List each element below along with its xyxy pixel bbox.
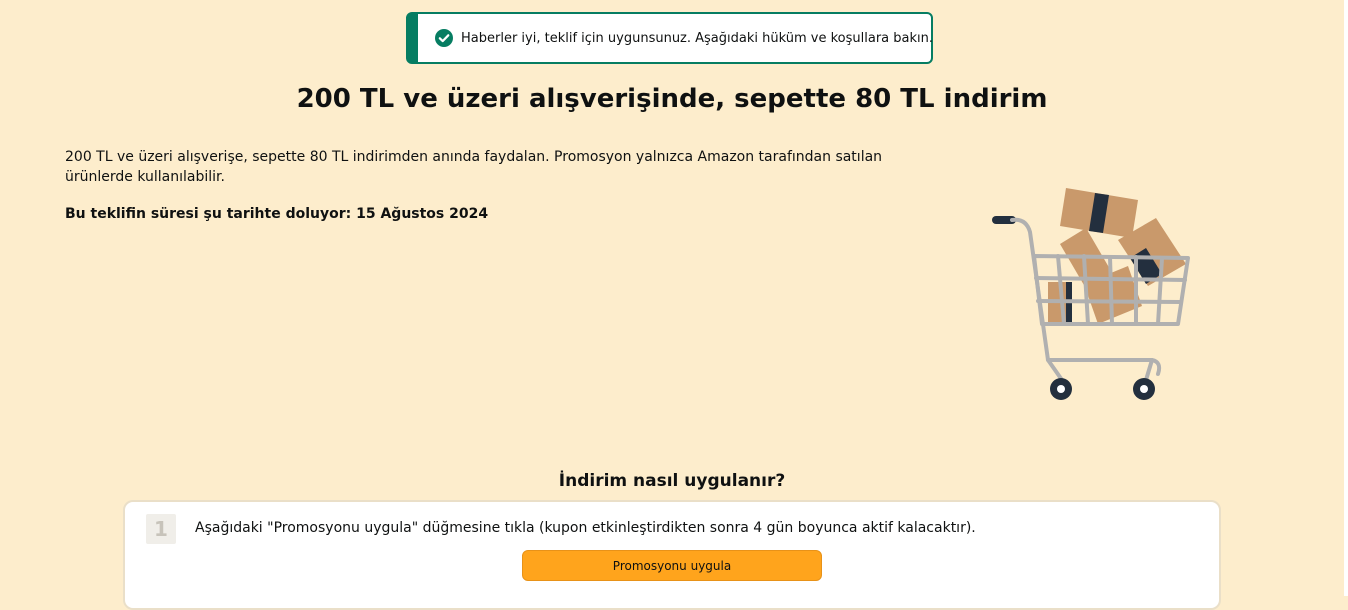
how-to-title: İndirim nasıl uygulanır? — [558, 471, 786, 491]
offer-description: 200 TL ve üzeri alışverişe, sepette 80 T… — [65, 149, 883, 185]
step-text: Aşağıdaki "Promosyonu uygula" düğmesine … — [195, 520, 976, 536]
step-card: 1 Aşağıdaki "Promosyonu uygula" düğmesin… — [123, 500, 1221, 610]
check-circle-icon — [435, 29, 453, 47]
page-title: 200 TL ve üzeri alışverişinde, sepette 8… — [296, 84, 1048, 114]
apply-promotion-button[interactable]: Promosyonu uygula — [522, 550, 822, 581]
page-edge — [1344, 0, 1348, 596]
shopping-cart-icon — [992, 188, 1190, 400]
step-number: 1 — [146, 514, 176, 544]
offer-expiry: Bu teklifin süresi şu tarihte doluyor: 1… — [65, 206, 489, 222]
alert-text: Haberler iyi, teklif için uygunsunuz. Aş… — [461, 30, 933, 46]
eligibility-alert: Haberler iyi, teklif için uygunsunuz. Aş… — [406, 12, 933, 64]
